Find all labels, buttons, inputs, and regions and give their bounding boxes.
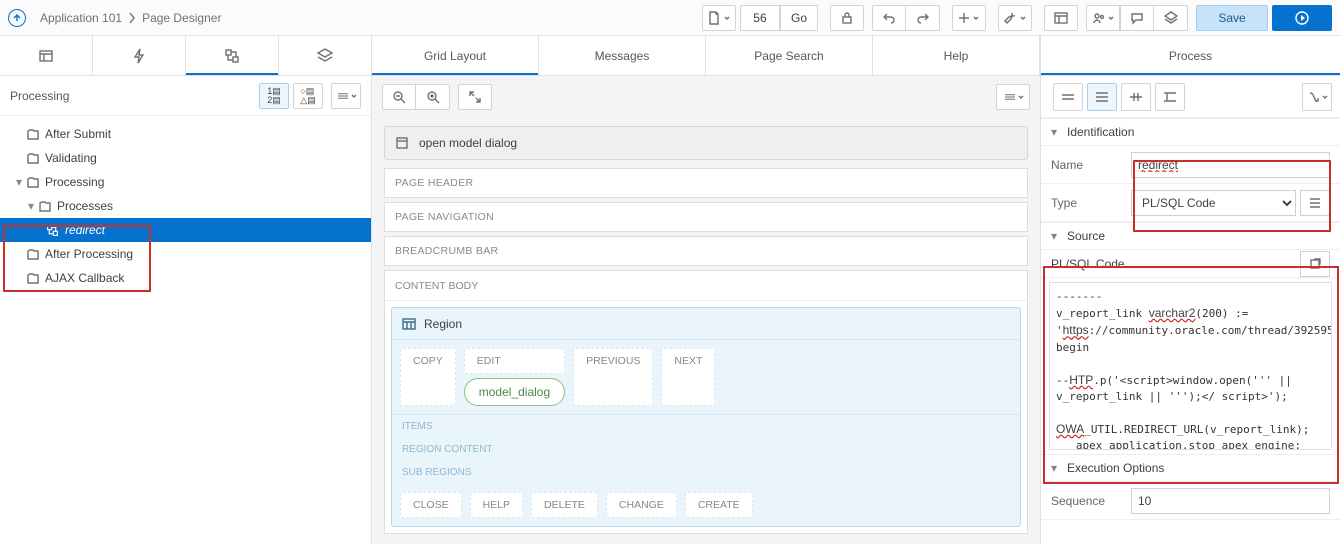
tab-messages[interactable]: Messages bbox=[539, 36, 706, 75]
prop-name-row: Name bbox=[1041, 146, 1340, 184]
section-execution-options[interactable]: ▾Execution Options bbox=[1041, 454, 1340, 482]
tree-validating[interactable]: Validating bbox=[0, 146, 371, 170]
section-content-body: CONTENT BODY Region COPY EDIT model_dial… bbox=[384, 270, 1028, 534]
layout-button[interactable] bbox=[1044, 5, 1078, 31]
tree-after-processing[interactable]: After Processing bbox=[0, 242, 371, 266]
section-source[interactable]: ▾Source bbox=[1041, 222, 1340, 250]
run-button[interactable] bbox=[1272, 5, 1332, 31]
type-options-button[interactable] bbox=[1300, 190, 1330, 216]
comments-button[interactable] bbox=[1120, 5, 1154, 31]
breadcrumb-page[interactable]: Page Designer bbox=[136, 11, 227, 25]
slot-help[interactable]: HELP bbox=[470, 492, 523, 518]
view-mode-2[interactable] bbox=[1087, 83, 1117, 111]
section-page-navigation[interactable]: PAGE NAVIGATION bbox=[384, 202, 1028, 232]
slot-close[interactable]: CLOSE bbox=[400, 492, 462, 518]
dynamic-actions-tab[interactable] bbox=[93, 36, 186, 75]
lock-button[interactable] bbox=[830, 5, 864, 31]
sub-region-content[interactable]: REGION CONTENT bbox=[392, 438, 1020, 461]
prop-sequence-row: Sequence bbox=[1041, 482, 1340, 520]
content-body-label[interactable]: CONTENT BODY bbox=[385, 271, 1027, 301]
slot-next[interactable]: NEXT bbox=[661, 348, 715, 406]
slot-previous[interactable]: PREVIOUS bbox=[573, 348, 653, 406]
section-identification[interactable]: ▾Identification bbox=[1041, 118, 1340, 146]
slot-copy[interactable]: COPY bbox=[400, 348, 456, 406]
prop-type-row: Type PL/SQL Code bbox=[1041, 184, 1340, 222]
prop-name-label: Name bbox=[1051, 158, 1131, 172]
sub-sub-regions[interactable]: SUB REGIONS bbox=[392, 461, 1020, 484]
section-breadcrumb-bar[interactable]: BREADCRUMB BAR bbox=[384, 236, 1028, 266]
page-select-button[interactable] bbox=[702, 5, 736, 31]
prop-sequence-label: Sequence bbox=[1051, 494, 1131, 508]
button-model-dialog[interactable]: model_dialog bbox=[464, 378, 565, 406]
tab-grid-layout[interactable]: Grid Layout bbox=[372, 36, 539, 75]
go-button[interactable]: Go bbox=[780, 5, 818, 31]
expand-button[interactable] bbox=[458, 84, 492, 110]
rendering-tab[interactable] bbox=[0, 36, 93, 75]
slot-edit[interactable]: EDIT bbox=[464, 348, 565, 374]
left-panel: Processing 1▤2▤ ○▤△▤ After Submit Valida… bbox=[0, 36, 372, 544]
up-icon[interactable] bbox=[8, 9, 26, 27]
slot-change[interactable]: CHANGE bbox=[606, 492, 677, 518]
view-mode-3[interactable] bbox=[1121, 83, 1151, 111]
shared-components-tab[interactable] bbox=[279, 36, 371, 75]
view-mode-1[interactable] bbox=[1053, 83, 1083, 111]
plsql-code-label: PL/SQL Code bbox=[1051, 257, 1125, 271]
top-toolbar: Application 101 Page Designer Go Save bbox=[0, 0, 1340, 36]
center-panel: Grid Layout Messages Page Search Help op… bbox=[372, 36, 1040, 544]
prop-type-label: Type bbox=[1051, 196, 1131, 210]
tree-processes[interactable]: ▾Processes bbox=[0, 194, 371, 218]
tab-help[interactable]: Help bbox=[873, 36, 1040, 75]
sort-type-button[interactable]: ○▤△▤ bbox=[293, 83, 323, 109]
redo-button[interactable] bbox=[906, 5, 940, 31]
left-panel-title: Processing bbox=[10, 89, 255, 103]
process-tree: After Submit Validating ▾Processing ▾Pro… bbox=[0, 116, 371, 296]
property-panel: Process ▾Identification Name Type PL/SQL… bbox=[1040, 36, 1340, 544]
tree-ajax-callback[interactable]: AJAX Callback bbox=[0, 266, 371, 290]
team-dev-button[interactable] bbox=[1086, 5, 1120, 31]
breadcrumb-app[interactable]: Application 101 bbox=[34, 11, 128, 25]
prop-name-input[interactable] bbox=[1131, 152, 1330, 178]
region[interactable]: Region COPY EDIT model_dialog PREVIOUS N… bbox=[391, 307, 1021, 527]
create-menu-button[interactable] bbox=[952, 5, 986, 31]
plsql-code-editor[interactable]: ------- v_report_link varchar2(200) := '… bbox=[1049, 282, 1332, 450]
sub-items[interactable]: ITEMS bbox=[392, 415, 1020, 438]
undo-button[interactable] bbox=[872, 5, 906, 31]
prop-type-select[interactable]: PL/SQL Code bbox=[1131, 190, 1296, 216]
sort-order-button[interactable]: 1▤2▤ bbox=[259, 83, 289, 109]
open-modal-header[interactable]: open model dialog bbox=[384, 126, 1028, 160]
slot-create[interactable]: CREATE bbox=[685, 492, 753, 518]
zoom-in-button[interactable] bbox=[416, 84, 450, 110]
shared-button[interactable] bbox=[1154, 5, 1188, 31]
tab-process[interactable]: Process bbox=[1041, 36, 1340, 75]
chevron-right-icon bbox=[128, 11, 136, 25]
region-label: Region bbox=[424, 317, 462, 331]
section-page-header[interactable]: PAGE HEADER bbox=[384, 168, 1028, 198]
expand-collapse-button[interactable] bbox=[331, 83, 361, 109]
view-mode-4[interactable] bbox=[1155, 83, 1185, 111]
prop-sequence-input[interactable] bbox=[1131, 488, 1330, 514]
slot-delete[interactable]: DELETE bbox=[531, 492, 598, 518]
page-number-input[interactable] bbox=[740, 5, 780, 31]
layout-menu-button[interactable] bbox=[996, 84, 1030, 110]
tree-redirect[interactable]: redirect bbox=[0, 218, 371, 242]
save-button[interactable]: Save bbox=[1196, 5, 1268, 31]
code-editor-button[interactable] bbox=[1300, 251, 1330, 277]
utilities-menu-button[interactable] bbox=[998, 5, 1032, 31]
tree-after-submit[interactable]: After Submit bbox=[0, 122, 371, 146]
property-menu-button[interactable] bbox=[1302, 83, 1332, 111]
processing-tab[interactable] bbox=[186, 36, 279, 75]
zoom-out-button[interactable] bbox=[382, 84, 416, 110]
tab-page-search[interactable]: Page Search bbox=[706, 36, 873, 75]
tree-processing[interactable]: ▾Processing bbox=[0, 170, 371, 194]
